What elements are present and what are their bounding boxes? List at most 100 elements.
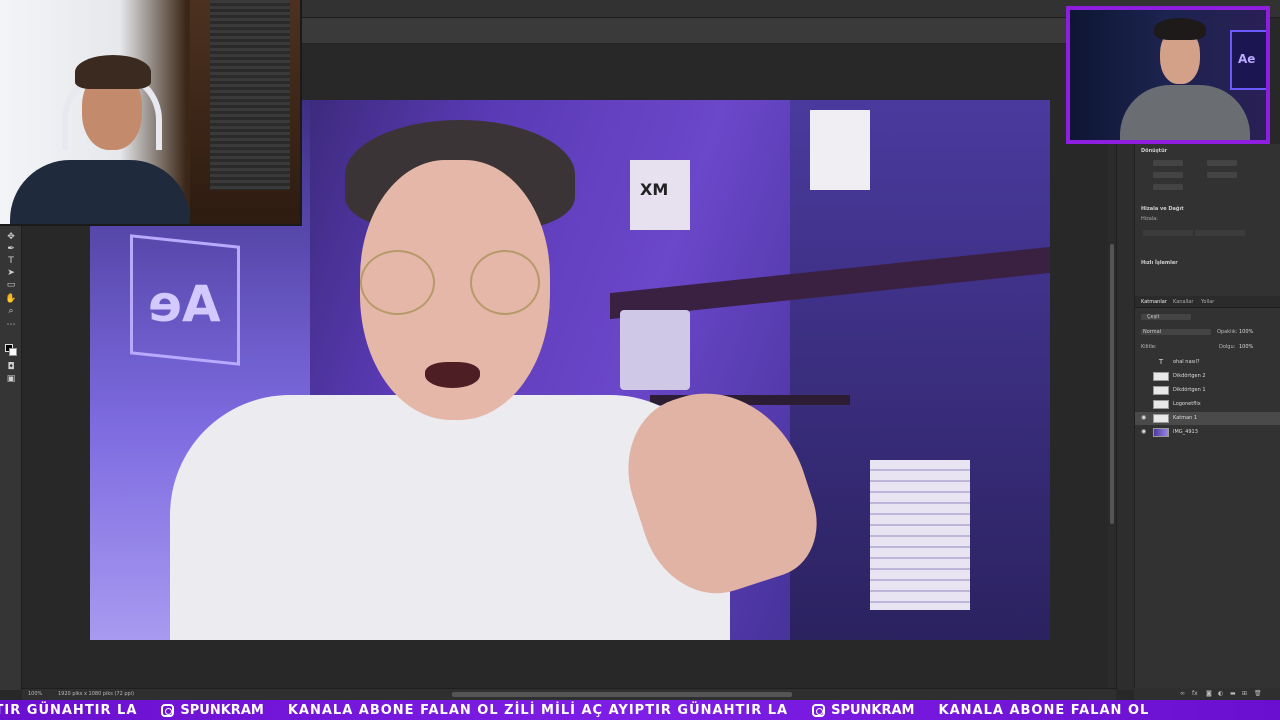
transform-section-title[interactable]: Dönüştür xyxy=(1141,148,1167,154)
webcam-background-blind xyxy=(210,0,290,190)
ticker-text: KANALA ABONE FALAN OL ZİLİ MİLİ AÇ AYIPT… xyxy=(287,702,789,718)
status-bar: 100% 1920 piks x 1080 piks (72 ppi) xyxy=(22,688,1116,700)
zoom-tool-icon[interactable]: ⌕ xyxy=(5,306,17,316)
ticker-text: PTIR GÜNAHTIR LA xyxy=(0,702,138,718)
collapsed-panel-strip xyxy=(1116,144,1134,690)
quick-actions-title[interactable]: Hızlı İşlemler xyxy=(1141,260,1178,266)
adjustment-icon[interactable]: ◐ xyxy=(1218,690,1223,697)
product-box-label: XM xyxy=(640,180,669,199)
hand-tool-icon[interactable]: ✋ xyxy=(5,294,17,304)
webcam-person-body xyxy=(10,160,190,224)
pen-tool-icon[interactable]: ✒ xyxy=(5,244,17,254)
glasses-right-lens xyxy=(470,250,540,315)
ticker-handle: SPUNKRAM xyxy=(831,702,915,718)
layer-thumbnail xyxy=(1153,372,1169,381)
webcam-overlay-right: Ae xyxy=(1066,6,1270,144)
layer-filter-select[interactable]: Çeşit xyxy=(1141,314,1191,320)
path-select-icon[interactable]: ➤ xyxy=(5,268,17,278)
mic-box xyxy=(810,110,870,190)
align-label: Hizala: xyxy=(1141,216,1158,222)
opacity-label: Opaklık: xyxy=(1217,329,1238,335)
blend-mode-select[interactable]: Normal xyxy=(1141,329,1211,335)
lock-label: Kilitle: xyxy=(1141,344,1157,350)
layers-footer: ∞ fx ◙ ◐ ▬ ⊞ 🗑 xyxy=(1134,688,1280,700)
text-layer-icon: T xyxy=(1158,358,1164,366)
x-field[interactable] xyxy=(1153,172,1183,178)
blend-mode-value: Normal xyxy=(1143,329,1162,335)
layer-name: Katman 1 xyxy=(1173,415,1198,421)
photoshop-window: ✥ ✒ T ➤ ▭ ✋ ⌕ ⋯ ◘ ▣ Ae XM Dönüştür Hizal… xyxy=(0,0,1280,720)
ticker-track: PTIR GÜNAHTIR LA SPUNKRAM KANALA ABONE F… xyxy=(0,700,1173,720)
trash-icon[interactable]: 🗑 xyxy=(1254,690,1262,697)
tab-paths[interactable]: Yollar xyxy=(1201,299,1214,305)
align-buttons-right[interactable] xyxy=(1195,230,1245,236)
document-info[interactable]: 1920 piks x 1080 piks (72 ppi) xyxy=(58,691,134,697)
background-color-swatch[interactable] xyxy=(9,348,17,356)
webcam-person-hair xyxy=(75,55,151,89)
align-section-title[interactable]: Hizala ve Dağıt xyxy=(1141,206,1184,212)
visibility-eye-icon[interactable]: ◉ xyxy=(1141,415,1147,421)
layer-row[interactable]: Dikdörtgen 1 xyxy=(1135,384,1280,397)
layer-thumbnail xyxy=(1153,400,1169,409)
angle-field[interactable] xyxy=(1153,184,1183,190)
height-field[interactable] xyxy=(1207,160,1237,166)
move-tool-icon[interactable]: ✥ xyxy=(5,232,17,242)
ticker-instagram: SPUNKRAM xyxy=(161,702,264,718)
subscribe-ticker: PTIR GÜNAHTIR LA SPUNKRAM KANALA ABONE F… xyxy=(0,700,1280,720)
webcam-overlay-left xyxy=(0,0,302,226)
visibility-eye-icon[interactable]: ◉ xyxy=(1141,429,1147,435)
screen-mode-icon[interactable]: ▣ xyxy=(5,374,17,384)
fill-value[interactable]: 100% xyxy=(1239,344,1253,350)
person-mouth xyxy=(425,362,480,388)
folder-icon[interactable]: ▬ xyxy=(1230,690,1236,697)
ae-sign-text: Ae xyxy=(148,275,221,333)
book-stack xyxy=(870,460,970,610)
layers-tabs: Katmanlar Kanallar Yollar xyxy=(1135,296,1280,308)
horizontal-scrollbar[interactable] xyxy=(452,692,792,697)
ticker-text: KANALA ABONE FALAN OL xyxy=(938,702,1150,718)
instagram-icon xyxy=(812,703,826,717)
align-buttons-left[interactable] xyxy=(1143,230,1193,236)
layer-thumbnail xyxy=(1153,428,1169,437)
new-layer-icon[interactable]: ⊞ xyxy=(1242,690,1247,697)
type-tool-icon[interactable]: T xyxy=(5,256,17,266)
mask-icon[interactable]: ◙ xyxy=(1206,690,1212,697)
quick-mask-icon[interactable]: ◘ xyxy=(5,362,17,372)
fill-label: Dolgu: xyxy=(1219,344,1236,350)
ticker-handle: SPUNKRAM xyxy=(180,702,264,718)
play-button-award xyxy=(620,310,690,390)
more-tools-icon[interactable]: ⋯ xyxy=(5,320,17,330)
instagram-icon xyxy=(161,703,175,717)
tab-layers[interactable]: Katmanlar xyxy=(1141,299,1167,305)
webcam-person-hair xyxy=(1154,18,1206,40)
link-layers-icon[interactable]: ∞ xyxy=(1180,690,1185,697)
layer-row[interactable]: Logonetflix xyxy=(1135,398,1280,411)
tab-channels[interactable]: Kanallar xyxy=(1173,299,1193,305)
layer-row[interactable]: T ohal nasıl? xyxy=(1135,356,1280,369)
y-field[interactable] xyxy=(1207,172,1237,178)
right-panels: Dönüştür Hizala ve Dağıt Hizala: Hızlı İ… xyxy=(1134,144,1280,690)
fx-icon[interactable]: fx xyxy=(1192,690,1198,697)
layer-name: Dikdörtgen 2 xyxy=(1173,373,1206,379)
layer-row[interactable]: Dikdörtgen 2 xyxy=(1135,370,1280,383)
layer-filter-value: Çeşit xyxy=(1147,314,1160,320)
opacity-value[interactable]: 100% xyxy=(1239,329,1253,335)
layer-name: Logonetflix xyxy=(1173,401,1201,407)
layer-name: Dikdörtgen 1 xyxy=(1173,387,1206,393)
webcam-person-body xyxy=(1120,85,1250,140)
layer-row[interactable]: ◉ IMG_4913 xyxy=(1135,426,1280,439)
layer-name: ohal nasıl? xyxy=(1173,359,1200,365)
layer-name: IMG_4913 xyxy=(1173,429,1198,435)
layer-thumbnail xyxy=(1153,386,1169,395)
layer-thumbnail xyxy=(1153,414,1169,423)
options-bar xyxy=(300,18,1070,44)
glasses-left-lens xyxy=(360,250,435,315)
layer-row-selected[interactable]: ◉ Katman 1 xyxy=(1135,412,1280,425)
rectangle-tool-icon[interactable]: ▭ xyxy=(5,280,17,290)
tools-panel: ✥ ✒ T ➤ ▭ ✋ ⌕ ⋯ ◘ ▣ xyxy=(0,226,22,690)
background-monitor-label: Ae xyxy=(1238,52,1256,66)
ticker-instagram: SPUNKRAM xyxy=(812,702,915,718)
scrollbar-thumb[interactable] xyxy=(1110,244,1114,524)
width-field[interactable] xyxy=(1153,160,1183,166)
zoom-level[interactable]: 100% xyxy=(28,691,42,697)
